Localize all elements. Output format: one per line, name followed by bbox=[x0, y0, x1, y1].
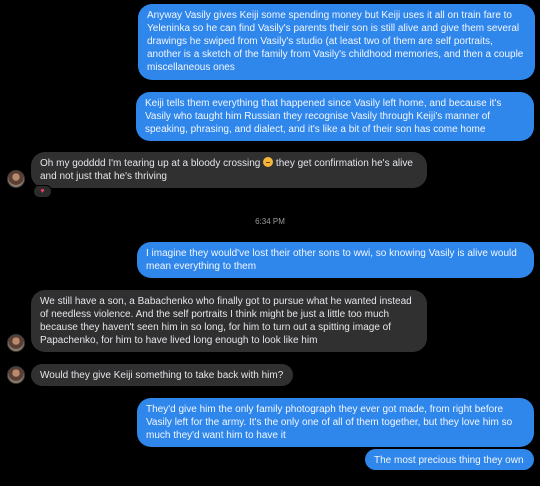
contact-avatar[interactable] bbox=[7, 334, 25, 352]
message-text: They'd give him the only family photogra… bbox=[146, 404, 513, 441]
message-text: We still have a son, a Babachenko who fi… bbox=[40, 296, 412, 346]
message-text: Anyway Vasily gives Keiji some spending … bbox=[147, 10, 524, 73]
contact-avatar[interactable] bbox=[7, 170, 25, 188]
message-bubble-incoming[interactable]: Oh my godddd I'm tearing up at a bloody … bbox=[31, 152, 427, 188]
message-bubble-outgoing[interactable]: Keiji tells them everything that happene… bbox=[136, 92, 534, 141]
message-bubble-incoming[interactable]: Would they give Keiji something to take … bbox=[31, 364, 293, 386]
message-bubble-outgoing[interactable]: I imagine they would've lost their other… bbox=[137, 242, 534, 278]
timestamp: 6:34 PM bbox=[255, 217, 285, 226]
message-text: I imagine they would've lost their other… bbox=[146, 248, 517, 272]
message-bubble-outgoing[interactable]: The most precious thing they own bbox=[365, 449, 534, 470]
message-text: Would they give Keiji something to take … bbox=[40, 370, 284, 381]
contact-avatar[interactable] bbox=[7, 366, 25, 384]
crying-face-icon bbox=[263, 157, 274, 167]
message-text: Keiji tells them everything that happene… bbox=[145, 98, 502, 135]
message-text: Oh my godddd I'm tearing up at a bloody … bbox=[40, 158, 261, 169]
message-bubble-incoming[interactable]: We still have a son, a Babachenko who fi… bbox=[31, 290, 427, 352]
message-text: The most precious thing they own bbox=[374, 455, 524, 466]
message-bubble-outgoing[interactable]: Anyway Vasily gives Keiji some spending … bbox=[138, 4, 535, 80]
heart-reaction-icon[interactable]: ♥ bbox=[33, 185, 52, 198]
message-bubble-outgoing[interactable]: They'd give him the only family photogra… bbox=[137, 398, 534, 447]
